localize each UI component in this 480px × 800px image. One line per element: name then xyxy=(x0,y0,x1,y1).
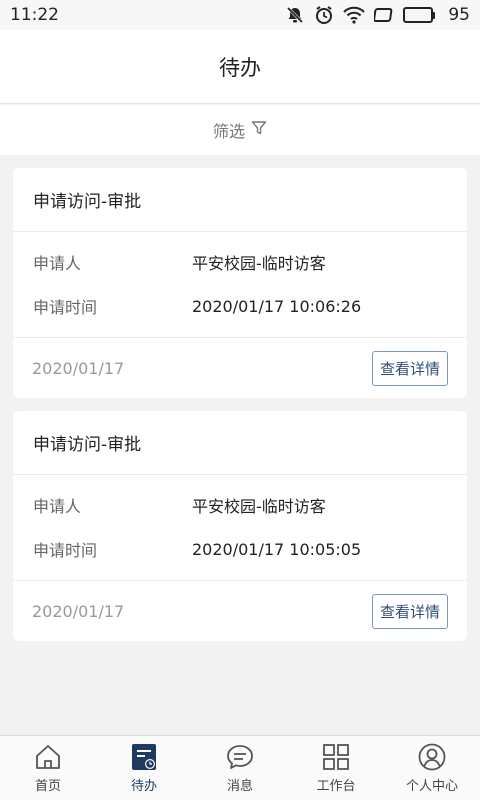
alarm-icon xyxy=(314,5,334,25)
nav-item-workbench[interactable]: 工作台 xyxy=(288,736,384,800)
row-label: 申请人 xyxy=(33,254,82,273)
todo-icon xyxy=(129,742,159,772)
row-value: 平安校园-临时访客 xyxy=(192,497,326,516)
row-label: 申请时间 xyxy=(33,298,98,317)
wifi-icon xyxy=(343,6,366,24)
battery-level: 95 xyxy=(448,5,470,25)
nav-item-profile[interactable]: 个人中心 xyxy=(384,736,480,800)
row-value: 2020/01/17 10:06:26 xyxy=(192,296,362,316)
status-time: 11:22 xyxy=(10,5,59,25)
home-icon xyxy=(33,742,63,772)
nav-label: 待办 xyxy=(130,779,157,794)
todo-card[interactable]: 申请访问-审批 申请人 平安校园-临时访客 申请时间 2020/01/17 10… xyxy=(13,168,467,398)
bottom-nav: 首页 待办 消息 工作台 个人中心 xyxy=(0,735,480,800)
view-details-button[interactable]: 查看详情 xyxy=(371,593,448,629)
card-title: 申请访问-审批 xyxy=(13,168,467,232)
title-bar: 待办 xyxy=(0,30,480,104)
nav-label: 消息 xyxy=(226,779,253,794)
mute-notification-icon xyxy=(285,5,305,25)
nav-label: 工作台 xyxy=(316,779,356,794)
card-title: 申请访问-审批 xyxy=(13,411,467,475)
card-date: 2020/01/17 xyxy=(32,601,125,621)
message-icon xyxy=(225,742,255,772)
row-label: 申请时间 xyxy=(33,541,98,560)
row-value: 2020/01/17 10:05:05 xyxy=(192,539,362,559)
nav-item-messages[interactable]: 消息 xyxy=(192,736,288,800)
page-title: 待办 xyxy=(219,55,261,80)
card-row-time: 申请时间 2020/01/17 10:05:05 xyxy=(33,527,447,571)
card-row-applicant: 申请人 平安校园-临时访客 xyxy=(33,483,447,527)
workbench-icon xyxy=(321,742,351,772)
nav-item-home[interactable]: 首页 xyxy=(0,736,96,800)
card-body: 申请人 平安校园-临时访客 申请时间 2020/01/17 10:05:05 xyxy=(13,475,467,581)
row-label: 申请人 xyxy=(33,497,82,516)
card-row-applicant: 申请人 平安校园-临时访客 xyxy=(33,240,447,284)
row-value: 平安校园-临时访客 xyxy=(192,254,326,273)
status-icons: 95 xyxy=(285,5,470,25)
todo-card[interactable]: 申请访问-审批 申请人 平安校园-临时访客 申请时间 2020/01/17 10… xyxy=(13,411,467,641)
nav-label: 首页 xyxy=(34,779,61,794)
filter-icon xyxy=(251,120,267,140)
card-footer: 2020/01/17 查看详情 xyxy=(13,338,467,398)
screen-icon xyxy=(374,6,394,24)
card-footer: 2020/01/17 查看详情 xyxy=(13,581,467,641)
nav-item-todo[interactable]: 待办 xyxy=(96,736,192,800)
profile-icon xyxy=(417,742,447,772)
status-bar: 11:22 95 xyxy=(0,0,480,30)
card-row-time: 申请时间 2020/01/17 10:06:26 xyxy=(33,284,447,328)
nav-label: 个人中心 xyxy=(405,779,458,794)
card-date: 2020/01/17 xyxy=(32,358,125,378)
battery-icon xyxy=(403,7,436,23)
filter-label: 筛选 xyxy=(212,122,245,141)
card-body: 申请人 平安校园-临时访客 申请时间 2020/01/17 10:06:26 xyxy=(13,232,467,338)
view-details-button[interactable]: 查看详情 xyxy=(371,350,448,386)
todo-list: 申请访问-审批 申请人 平安校园-临时访客 申请时间 2020/01/17 10… xyxy=(13,168,467,654)
filter-button[interactable]: 筛选 xyxy=(0,105,480,155)
